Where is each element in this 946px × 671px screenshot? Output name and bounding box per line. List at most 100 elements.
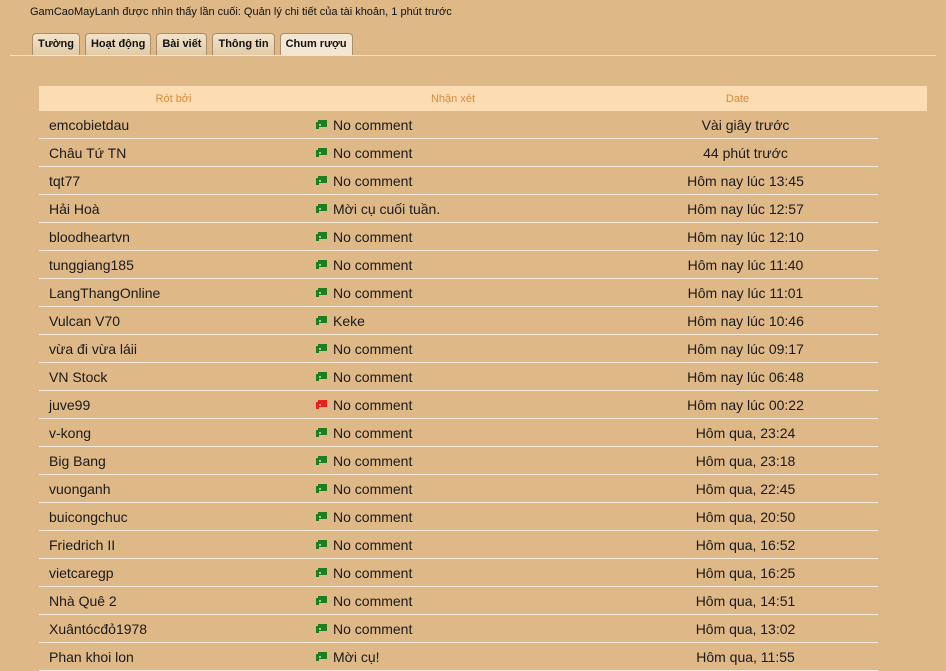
poured-by-user[interactable]: Big Bang (39, 453, 316, 469)
poured-by-user[interactable]: Friedrich II (39, 537, 316, 553)
comment-text: No comment (333, 396, 413, 413)
comment-cell: No comment (316, 341, 613, 357)
poured-by-user[interactable]: LangThangOnline (39, 285, 316, 301)
table-row: vuonganh No comment Hôm qua, 22:45 (39, 475, 878, 503)
profile-tabs: Tường Hoạt động Bài viết Thông tin Chum … (32, 33, 353, 56)
reputation-flag-icon (316, 260, 327, 269)
comment-text: No comment (333, 536, 413, 553)
poured-by-user[interactable]: vuonganh (39, 481, 316, 497)
poured-by-user[interactable]: Nhà Quê 2 (39, 593, 316, 609)
comment-text: No comment (333, 144, 413, 161)
table-row: Châu Tứ TN No comment 44 phút trước (39, 139, 878, 167)
poured-by-user[interactable]: juve99 (39, 397, 316, 413)
table-row: tunggiang185 No comment Hôm nay lúc 11:40 (39, 251, 878, 279)
reputation-flag-icon (316, 316, 327, 325)
reputation-flag-icon (316, 176, 327, 185)
table-row: vừa đi vừa láii No comment Hôm nay lúc 09:… (39, 335, 878, 363)
comment-cell: No comment (316, 369, 613, 385)
comment-text: No comment (333, 368, 413, 385)
comment-text: No comment (333, 508, 413, 525)
comment-cell: No comment (316, 229, 613, 245)
tab-posts[interactable]: Bài viết (156, 33, 208, 55)
poured-by-user[interactable]: v-kong (39, 425, 316, 441)
reputation-flag-icon (316, 232, 327, 241)
table-row: Xuântócđỏ1978 No comment Hôm qua, 13:02 (39, 615, 878, 643)
table-row: vietcaregp No comment Hôm qua, 16:25 (39, 559, 878, 587)
table-row: VN Stock No comment Hôm nay lúc 06:48 (39, 363, 878, 391)
comment-text: No comment (333, 564, 413, 581)
date-cell: Hôm nay lúc 06:48 (687, 368, 804, 385)
comment-cell: No comment (316, 145, 613, 161)
date-cell: Hôm qua, 23:24 (695, 424, 796, 441)
comment-cell: No comment (316, 481, 613, 497)
comment-text: No comment (333, 172, 413, 189)
reputation-flag-icon (316, 204, 327, 213)
date-cell: Hôm qua, 16:25 (695, 564, 796, 581)
header-comment: Nhận xét (430, 92, 476, 105)
comment-text: No comment (333, 340, 413, 357)
comment-text: No comment (333, 620, 413, 637)
comment-cell: No comment (316, 285, 613, 301)
poured-by-user[interactable]: vừa đi vừa láii (39, 341, 316, 357)
table-row: buicongchuc No comment Hôm qua, 20:50 (39, 503, 878, 531)
table-row: juve99 No comment Hôm nay lúc 00:22 (39, 391, 878, 419)
comment-text: No comment (333, 284, 413, 301)
poured-by-user[interactable]: tqt77 (39, 173, 316, 189)
reputation-flag-icon (316, 484, 327, 493)
reputation-flag-icon (316, 456, 327, 465)
last-seen-status: GamCaoMayLanh được nhìn thấy lần cuối: Q… (30, 6, 452, 18)
poured-by-user[interactable]: Châu Tứ TN (39, 145, 316, 161)
comment-cell: No comment (316, 565, 613, 581)
reputation-flag-icon (316, 120, 327, 129)
comment-cell: Mời cụ cuối tuần. (316, 201, 613, 217)
comment-cell: No comment (316, 453, 613, 469)
table-row: Nhà Quê 2 No comment Hôm qua, 14:51 (39, 587, 878, 615)
poured-by-user[interactable]: emcobietdau (39, 117, 316, 133)
date-cell: Hôm nay lúc 10:46 (687, 312, 804, 329)
table-row: Big Bang No comment Hôm qua, 23:18 (39, 447, 878, 475)
tab-wine-jar[interactable]: Chum rượu (279, 33, 353, 56)
date-cell: Hôm qua, 13:02 (695, 620, 796, 637)
comment-text: No comment (333, 480, 413, 497)
table-header: Rót bởi Nhận xét Date (39, 86, 927, 111)
poured-by-user[interactable]: Phan khoi lon (39, 649, 316, 665)
tab-info[interactable]: Thông tin (212, 33, 275, 55)
poured-by-user[interactable]: VN Stock (39, 369, 316, 385)
comment-text: No comment (333, 228, 413, 245)
comment-cell: No comment (316, 621, 613, 637)
reputation-flag-icon (316, 148, 327, 157)
tab-wall[interactable]: Tường (32, 33, 80, 55)
poured-by-user[interactable]: tunggiang185 (39, 257, 316, 273)
date-cell: Hôm qua, 11:55 (696, 648, 795, 665)
date-cell: Hôm nay lúc 11:40 (687, 256, 804, 273)
poured-by-user[interactable]: buicongchuc (39, 509, 316, 525)
table-row: tqt77 No comment Hôm nay lúc 13:45 (39, 167, 878, 195)
header-date: Date (725, 92, 750, 105)
poured-by-user[interactable]: Hải Hoà (39, 201, 316, 217)
reputation-flag-icon (316, 652, 327, 661)
poured-by-user[interactable]: vietcaregp (39, 565, 316, 581)
tab-divider (10, 55, 936, 56)
date-cell: Hôm nay lúc 00:22 (687, 396, 804, 413)
poured-by-user[interactable]: Vulcan V70 (39, 313, 316, 329)
comment-cell: No comment (316, 397, 613, 413)
date-cell: Hôm nay lúc 12:57 (687, 200, 804, 217)
comment-text: No comment (333, 452, 413, 469)
comment-cell: No comment (316, 509, 613, 525)
comment-text: No comment (333, 424, 413, 441)
reputation-flag-icon (316, 512, 327, 521)
reputation-flag-icon (316, 596, 327, 605)
comment-cell: No comment (316, 593, 613, 609)
date-cell: Hôm nay lúc 11:01 (687, 284, 804, 301)
comment-cell: No comment (316, 173, 613, 189)
poured-by-user[interactable]: bloodheartvn (39, 229, 316, 245)
date-cell: Vài giây trước (701, 116, 790, 133)
tab-activity[interactable]: Hoạt động (84, 33, 152, 55)
poured-by-user[interactable]: Xuântócđỏ1978 (39, 621, 316, 637)
comment-text: Mời cụ cuối tuần. (333, 200, 441, 217)
table-row: Hải Hoà Mời cụ cuối tuần. Hôm nay lúc 12:5… (39, 195, 878, 223)
reputation-flag-icon (316, 372, 327, 381)
comment-text: No comment (333, 592, 413, 609)
reputation-flag-icon (316, 428, 327, 437)
table-row: bloodheartvn No comment Hôm nay lúc 12:10 (39, 223, 878, 251)
